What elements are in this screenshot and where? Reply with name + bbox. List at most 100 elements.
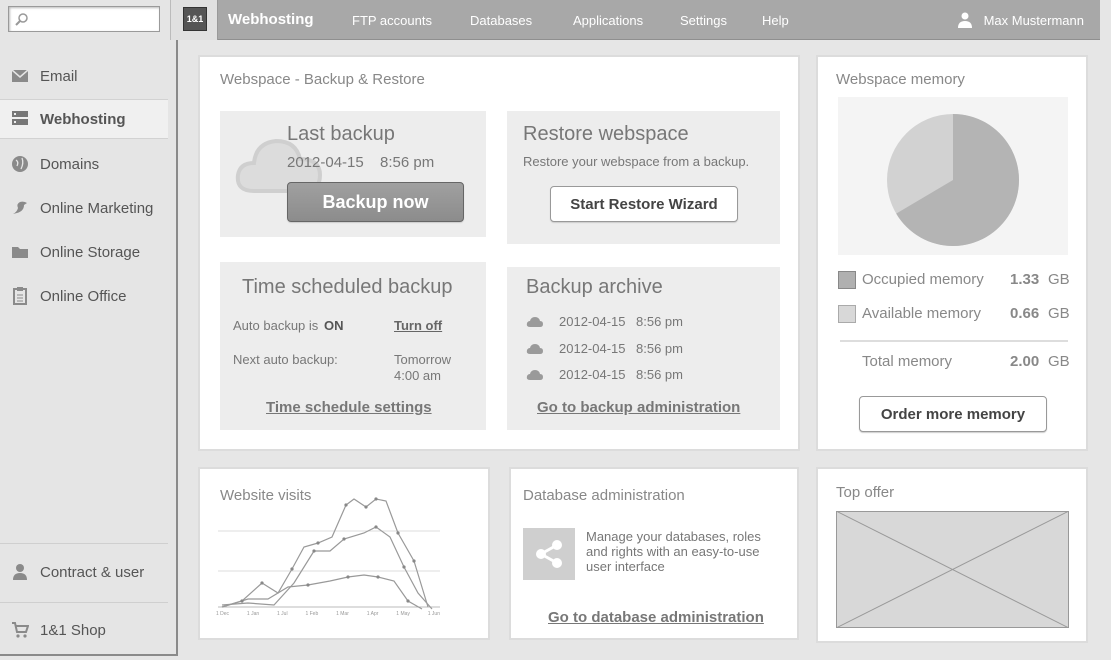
restore-box: Restore webspace Restore your webspace f… (507, 111, 780, 244)
last-backup-box: Last backup 2012-04-15 8:56 pm Backup no… (220, 111, 486, 237)
sidebar-divider (0, 602, 168, 603)
globe-icon (0, 155, 40, 173)
database-admin-panel: Database administration Manage your data… (509, 467, 799, 640)
auto-backup-label: Auto backup is (233, 318, 319, 333)
available-swatch (838, 305, 856, 323)
sidebar-item-label: 1&1 Shop (40, 621, 106, 639)
sidebar-item-label: Domains (40, 155, 100, 173)
last-backup-heading: Last backup (287, 123, 395, 145)
sidebar-item-online-office[interactable]: Online Office (0, 276, 168, 316)
sidebar-item-online-storage[interactable]: Online Storage (0, 232, 168, 272)
archive-date: 2012-04-15 (559, 367, 626, 382)
tick-label: 1 May (396, 611, 410, 617)
last-backup-time: 8:56 pm (380, 154, 435, 171)
server-icon (0, 110, 40, 128)
sidebar-item-email[interactable]: Email (0, 56, 168, 96)
logo[interactable]: 1&1 (183, 7, 207, 31)
nav-ftp-accounts[interactable]: FTP accounts (352, 13, 432, 28)
nav-help[interactable]: Help (762, 13, 789, 28)
archive-time: 8:56 pm (636, 341, 683, 356)
nav-settings[interactable]: Settings (680, 13, 727, 28)
total-label: Total memory (862, 353, 953, 370)
tick-label: 1 Apr (366, 611, 379, 617)
database-description-line: user interface (586, 559, 665, 574)
search-input[interactable] (8, 6, 160, 32)
panel-title: Webspace - Backup & Restore (220, 71, 425, 88)
total-value: 2.00 (1010, 353, 1040, 370)
restore-description: Restore your webspace from a backup. (523, 154, 750, 169)
sidebar-item-online-marketing[interactable]: Online Marketing (0, 188, 168, 228)
sidebar-item-contract-user[interactable]: Contract & user (0, 552, 168, 592)
start-restore-wizard-button[interactable]: Start Restore Wizard (550, 186, 738, 222)
archive-date: 2012-04-15 (559, 314, 626, 329)
sidebar-item-label: Email (40, 67, 78, 85)
divider (840, 340, 1068, 342)
total-unit: GB (1048, 353, 1070, 370)
sidebar-item-label: Online Marketing (40, 199, 154, 217)
sidebar-item-domains[interactable]: Domains (0, 144, 168, 184)
scheduled-heading: Time scheduled backup (242, 276, 453, 298)
sidebar-item-shop[interactable]: 1&1 Shop (0, 610, 168, 650)
top-navbar: Webhosting FTP accounts Databases Applic… (218, 0, 1100, 40)
search-icon (15, 13, 28, 26)
sidebar: Email Webhosting Domains Online Marketin… (0, 0, 178, 656)
list-item[interactable]: 2012-04-15 8:56 pm (526, 366, 766, 384)
archive-time: 8:56 pm (636, 367, 683, 382)
next-backup-time: 4:00 am (394, 368, 441, 383)
cloud-icon (526, 344, 543, 354)
database-description-line: Manage your databases, roles (586, 529, 761, 544)
tick-label: 1 Feb (305, 611, 319, 617)
logo-container: 1&1 (170, 0, 218, 40)
webspace-memory-panel: Webspace memory Occupied memory 1.33 GB … (816, 55, 1088, 451)
backup-administration-link[interactable]: Go to backup administration (537, 399, 740, 416)
next-backup-day: Tomorrow (394, 352, 452, 367)
folder-icon (0, 245, 40, 259)
nav-databases[interactable]: Databases (470, 13, 532, 28)
bird-icon (0, 200, 40, 216)
user-icon (957, 12, 972, 28)
tick-label: 1 Jun (427, 611, 440, 617)
x-axis-ticks: 1 Dec 1 Jan 1 Jul 1 Feb 1 Mar 1 Apr 1 Ma… (216, 611, 440, 621)
turn-off-link[interactable]: Turn off (394, 318, 442, 333)
app-title[interactable]: Webhosting (228, 11, 314, 28)
cloud-icon (526, 370, 543, 380)
last-backup-date: 2012-04-15 (287, 154, 364, 171)
list-item[interactable]: 2012-04-15 8:56 pm (526, 340, 766, 358)
time-schedule-settings-link[interactable]: Time schedule settings (266, 399, 432, 416)
pie-chart-area (838, 97, 1068, 255)
user-icon (0, 563, 40, 581)
tick-label: 1 Dec (216, 611, 230, 617)
user-name: Max Mustermann (983, 12, 1084, 28)
database-description-line: and rights with an easy-to-use (586, 544, 760, 559)
occupied-value: 1.33 (1010, 271, 1040, 288)
website-visits-panel: Website visits 1 Dec 1 Jan 1 Jul 1 Feb 1… (198, 467, 490, 640)
backup-archive-box: Backup archive 2012-04-15 8:56 pm 2012-0… (507, 267, 780, 430)
database-administration-link[interactable]: Go to database administration (548, 609, 764, 626)
occupied-unit: GB (1048, 271, 1070, 288)
top-offer-panel: Top offer (816, 467, 1088, 643)
panel-title: Top offer (836, 484, 895, 501)
list-item[interactable]: 2012-04-15 8:56 pm (526, 313, 766, 331)
backup-now-button[interactable]: Backup now (287, 182, 464, 222)
backup-restore-panel: Webspace - Backup & Restore Last backup … (198, 55, 800, 451)
auto-backup-state: ON (324, 318, 344, 333)
available-value: 0.66 (1010, 305, 1040, 322)
order-more-memory-button[interactable]: Order more memory (859, 396, 1047, 432)
sidebar-item-label: Online Office (40, 287, 127, 305)
sidebar-item-webhosting[interactable]: Webhosting (0, 99, 168, 139)
next-backup-label: Next auto backup: (233, 352, 338, 367)
available-label: Available memory (862, 305, 981, 322)
archive-heading: Backup archive (526, 276, 663, 298)
occupied-label: Occupied memory (862, 271, 984, 288)
sidebar-item-label: Online Storage (40, 243, 141, 261)
offer-image-placeholder[interactable] (836, 511, 1069, 628)
nav-applications[interactable]: Applications (573, 13, 643, 28)
sidebar-item-label: Webhosting (40, 110, 126, 128)
archive-date: 2012-04-15 (559, 341, 626, 356)
visits-line-chart (218, 497, 440, 610)
occupied-swatch (838, 271, 856, 289)
envelope-icon (0, 69, 40, 83)
user-menu[interactable]: Max Mustermann (957, 12, 1084, 28)
sidebar-divider (0, 543, 168, 544)
share-icon (523, 528, 575, 580)
